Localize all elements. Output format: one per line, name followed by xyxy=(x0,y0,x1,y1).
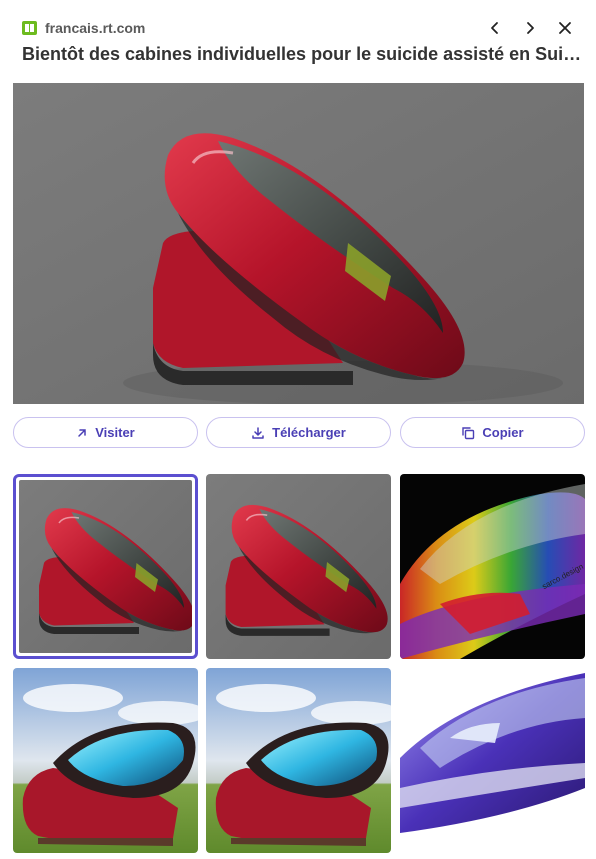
rt-favicon-icon xyxy=(22,21,37,35)
thumbnail[interactable] xyxy=(13,668,198,853)
main-image[interactable] xyxy=(13,83,584,404)
download-button[interactable]: Télécharger xyxy=(206,417,391,448)
page-title[interactable]: Bientôt des cabines individuelles pour l… xyxy=(22,44,582,65)
source-domain[interactable]: francais.rt.com xyxy=(45,20,145,36)
source-link[interactable]: francais.rt.com xyxy=(22,18,145,38)
close-icon[interactable] xyxy=(555,18,575,38)
thumbnail-selected[interactable] xyxy=(13,474,198,659)
copy-icon xyxy=(462,426,475,439)
image-actions: Visiter Télécharger Copier xyxy=(13,417,585,448)
copy-label: Copier xyxy=(482,425,524,440)
chevron-right-icon[interactable] xyxy=(520,18,540,38)
thumbnail[interactable] xyxy=(206,474,391,659)
download-icon xyxy=(252,426,264,439)
download-label: Télécharger xyxy=(272,425,346,440)
chevron-left-icon[interactable] xyxy=(485,18,505,38)
arrow-up-right-icon xyxy=(78,428,86,437)
image-viewer-header: francais.rt.com Bientôt des cabines indi… xyxy=(0,0,596,80)
thumbnail[interactable]: sarco.design xyxy=(400,474,585,659)
thumbnail[interactable] xyxy=(206,668,391,853)
visit-label: Visiter xyxy=(95,425,135,440)
copy-button[interactable]: Copier xyxy=(400,417,585,448)
thumbnail[interactable] xyxy=(400,668,585,853)
visit-button[interactable]: Visiter xyxy=(13,417,198,448)
